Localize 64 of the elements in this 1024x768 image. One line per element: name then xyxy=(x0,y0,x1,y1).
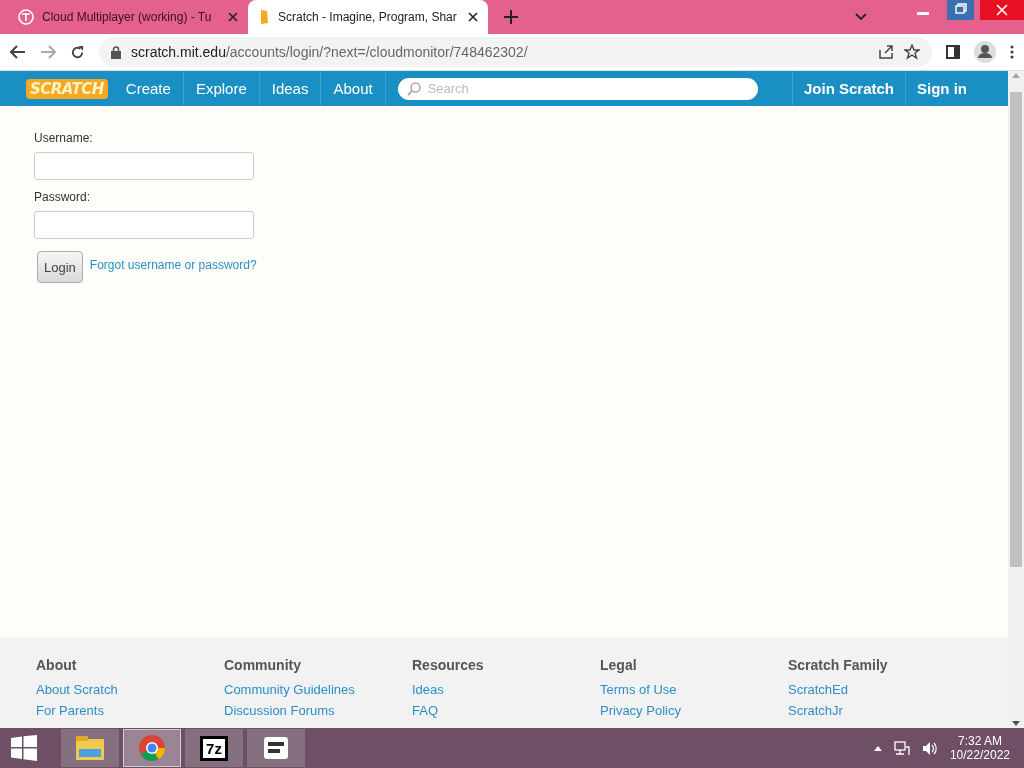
nav-link[interactable]: About xyxy=(321,71,386,106)
network-icon xyxy=(893,740,910,756)
footer-link[interactable]: ScratchEd xyxy=(788,682,976,697)
password-field[interactable] xyxy=(34,211,254,239)
nav-action[interactable]: Sign in xyxy=(905,71,978,106)
chevron-down-icon xyxy=(855,13,867,21)
scroll-up-icon xyxy=(1012,73,1020,78)
back-arrow-icon xyxy=(10,45,26,59)
footer-link[interactable]: Privacy Policy xyxy=(600,703,788,718)
search-field[interactable]: Search xyxy=(397,77,758,100)
footer-heading: About xyxy=(36,657,78,673)
forward-arrow-icon xyxy=(40,45,56,59)
footer-link[interactable]: Discussion Forums xyxy=(224,703,412,718)
footer-link[interactable]: About Scratch xyxy=(36,682,224,697)
address-bar[interactable]: scratch.mit.edu/accounts/login/?next=/cloudmonitor/748462302/ xyxy=(99,37,932,67)
restore-icon xyxy=(947,0,974,20)
scrollbar[interactable] xyxy=(1008,71,1024,728)
url-text: scratch.mit.edu/accounts/login/?next=/cloudmonitor/748462302/ xyxy=(131,44,528,60)
nav-link[interactable]: Explore xyxy=(183,71,260,106)
footer-heading: Community xyxy=(224,657,302,673)
scroll-down-icon xyxy=(1012,721,1020,726)
plus-icon xyxy=(504,10,518,24)
nav-action[interactable]: Join Scratch xyxy=(791,71,905,106)
window-icon xyxy=(263,736,289,760)
nav-link[interactable]: Create xyxy=(113,71,184,106)
browser-tab[interactable]: Scratch - Imagine, Program, Shar xyxy=(248,0,488,34)
close-icon xyxy=(468,12,478,22)
search-icon xyxy=(406,81,421,96)
footer-link[interactable]: For Parents xyxy=(36,703,224,718)
footer-heading: Legal xyxy=(600,657,638,673)
browser-tab[interactable]: Cloud Multiplayer (working) - Tu xyxy=(8,2,248,32)
username-label: Username: xyxy=(34,131,94,145)
footer-link[interactable]: FAQ xyxy=(412,703,600,718)
footer-link[interactable]: ScratchJr xyxy=(788,703,976,718)
reload-icon xyxy=(70,44,85,60)
footer-heading: Scratch Family xyxy=(788,657,889,673)
footer-heading: Resources xyxy=(412,657,485,673)
footer-link[interactable]: Community Guidelines xyxy=(224,682,412,697)
username-field[interactable] xyxy=(34,152,254,180)
taskbar-app[interactable] xyxy=(247,729,305,767)
minimize-icon xyxy=(917,12,929,15)
chevron-up-icon xyxy=(873,745,882,751)
star-icon xyxy=(904,44,920,60)
t-logo-icon xyxy=(18,9,34,25)
nav-link[interactable]: Ideas xyxy=(259,71,322,106)
windows-logo-icon xyxy=(11,735,37,761)
close-icon xyxy=(980,0,1024,20)
profile-icon xyxy=(974,41,996,63)
sevenzip-icon: 7z xyxy=(200,735,228,761)
close-icon xyxy=(228,12,238,22)
footer-link[interactable]: Terms of Use xyxy=(600,682,788,697)
password-label: Password: xyxy=(34,190,92,204)
lock-icon xyxy=(111,45,121,59)
folder-icon xyxy=(75,735,105,761)
footer-link[interactable]: Ideas xyxy=(412,682,600,697)
chrome-icon xyxy=(138,734,166,762)
speaker-icon xyxy=(921,740,938,756)
share-icon xyxy=(878,44,894,60)
taskbar-app[interactable]: 7z xyxy=(185,729,243,767)
more-icon xyxy=(1010,45,1014,59)
side-panel-icon xyxy=(946,45,960,59)
forgot-link[interactable]: Forgot username or password? xyxy=(89,258,257,272)
taskbar-clock[interactable]: 7:32 AM 10/22/2022 xyxy=(949,734,1010,762)
login-button[interactable]: Login xyxy=(37,251,83,283)
